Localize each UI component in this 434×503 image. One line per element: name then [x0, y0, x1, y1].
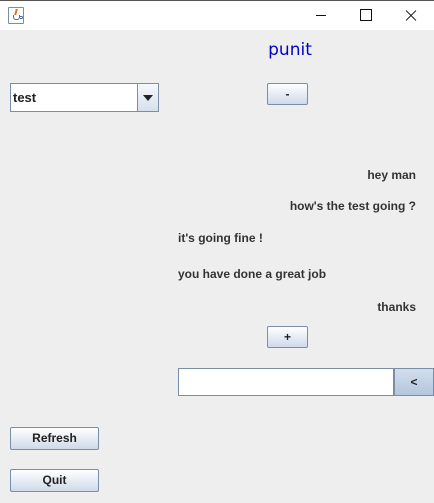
message-item: you have done a great job: [178, 267, 327, 281]
maximize-button[interactable]: [342, 1, 388, 30]
username-label: punit: [268, 40, 312, 60]
plus-button[interactable]: +: [267, 326, 308, 348]
close-button[interactable]: [388, 1, 434, 30]
send-button[interactable]: <: [394, 368, 434, 396]
chevron-down-icon[interactable]: [137, 84, 158, 111]
title-bar: [0, 0, 434, 30]
quit-button[interactable]: Quit: [10, 469, 99, 492]
message-item: it's going fine !: [178, 231, 263, 245]
room-select[interactable]: test: [10, 83, 159, 112]
message-item: thanks: [377, 300, 416, 314]
room-select-value: test: [13, 90, 37, 105]
java-cup-icon: [8, 7, 24, 24]
message-item: how's the test going ?: [289, 199, 416, 213]
message-item: hey man: [367, 168, 416, 182]
minus-button[interactable]: -: [267, 83, 308, 105]
message-input[interactable]: [178, 368, 394, 396]
minimize-button[interactable]: [298, 1, 344, 30]
refresh-button[interactable]: Refresh: [10, 427, 99, 450]
